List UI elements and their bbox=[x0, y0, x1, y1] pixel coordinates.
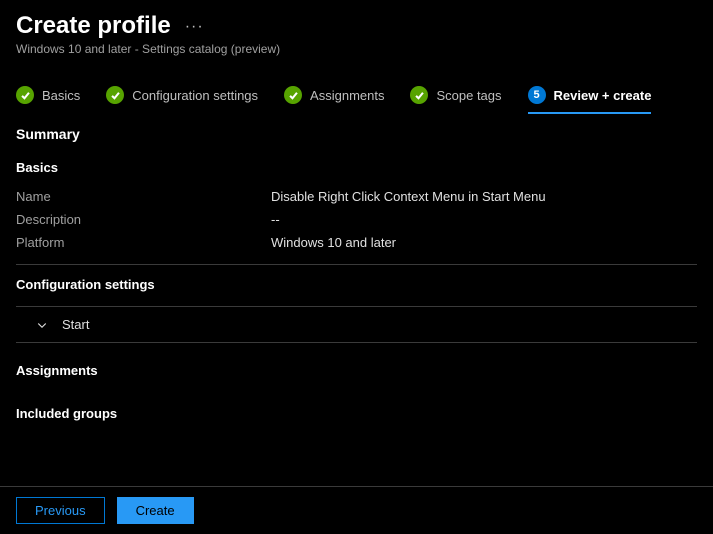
platform-value: Windows 10 and later bbox=[271, 235, 396, 250]
check-icon bbox=[16, 86, 34, 104]
name-label: Name bbox=[16, 189, 271, 204]
assignments-heading: Assignments bbox=[16, 363, 697, 378]
config-settings-heading: Configuration settings bbox=[16, 277, 697, 292]
expander-start[interactable]: Start bbox=[16, 306, 697, 343]
content-area: Summary Basics Name Disable Right Click … bbox=[0, 112, 713, 421]
step-label: Assignments bbox=[310, 88, 384, 103]
description-value: -- bbox=[271, 212, 280, 227]
description-label: Description bbox=[16, 212, 271, 227]
basics-description-row: Description -- bbox=[16, 212, 697, 227]
basics-platform-row: Platform Windows 10 and later bbox=[16, 235, 697, 250]
included-groups-heading: Included groups bbox=[16, 406, 697, 421]
page-title: Create profile bbox=[16, 12, 171, 40]
create-button[interactable]: Create bbox=[117, 497, 194, 524]
basics-name-row: Name Disable Right Click Context Menu in… bbox=[16, 189, 697, 204]
check-icon bbox=[106, 86, 124, 104]
step-review-create[interactable]: 5 Review + create bbox=[528, 86, 652, 114]
check-icon bbox=[284, 86, 302, 104]
footer-actions: Previous Create bbox=[0, 486, 713, 534]
step-configuration-settings[interactable]: Configuration settings bbox=[106, 86, 258, 112]
divider bbox=[16, 264, 697, 265]
step-number-badge: 5 bbox=[528, 86, 546, 104]
check-icon bbox=[410, 86, 428, 104]
step-label: Configuration settings bbox=[132, 88, 258, 103]
step-basics[interactable]: Basics bbox=[16, 86, 80, 112]
more-actions-icon[interactable]: ··· bbox=[185, 19, 204, 35]
previous-button[interactable]: Previous bbox=[16, 497, 105, 524]
page-header: Create profile ··· Windows 10 and later … bbox=[0, 0, 713, 62]
step-assignments[interactable]: Assignments bbox=[284, 86, 384, 112]
expander-label: Start bbox=[62, 317, 89, 332]
step-label: Review + create bbox=[554, 88, 652, 103]
summary-heading: Summary bbox=[16, 126, 697, 142]
name-value: Disable Right Click Context Menu in Star… bbox=[271, 189, 546, 204]
chevron-down-icon bbox=[36, 319, 48, 331]
page-subtitle: Windows 10 and later - Settings catalog … bbox=[16, 42, 697, 56]
basics-heading: Basics bbox=[16, 160, 697, 175]
step-scope-tags[interactable]: Scope tags bbox=[410, 86, 501, 112]
step-label: Basics bbox=[42, 88, 80, 103]
platform-label: Platform bbox=[16, 235, 271, 250]
step-label: Scope tags bbox=[436, 88, 501, 103]
wizard-steps: Basics Configuration settings Assignment… bbox=[0, 62, 713, 112]
